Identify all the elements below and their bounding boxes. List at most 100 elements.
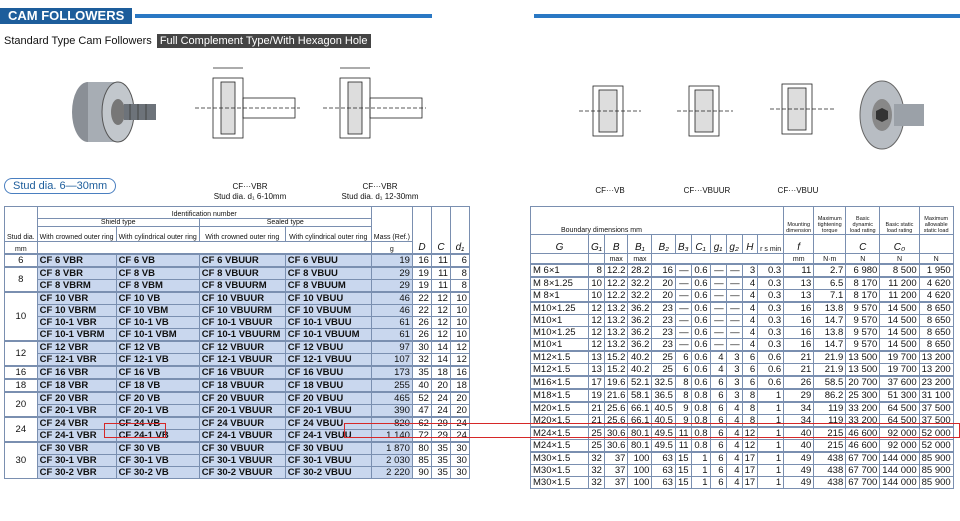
value-cell: 14: [430, 352, 451, 366]
dimension-cell: 12: [741, 438, 759, 452]
dimension-cell: M 8×1.25: [530, 276, 589, 290]
dimension-cell: 8 650: [918, 325, 954, 339]
id-number-cell: CF 30-1 VBUU: [284, 453, 372, 467]
dimension-cell: 12.2: [603, 288, 629, 302]
id-number-cell: CF 12-1 VB: [115, 352, 200, 366]
col-g1: g₁: [709, 234, 727, 254]
dimension-cell: 100: [627, 463, 653, 477]
value-cell: 12: [430, 303, 451, 317]
dimension-cell: 21: [783, 350, 815, 364]
dimension-cell: M30×1.5: [530, 451, 589, 465]
dimension-cell: 6: [709, 475, 727, 489]
col-max-2: max: [627, 253, 653, 264]
dimension-cell: 4: [725, 401, 743, 415]
dimension-cell: 1: [757, 388, 785, 402]
dimension-cell: 3: [725, 375, 743, 389]
value-cell: 2 030: [370, 453, 413, 467]
dimension-cell: 15: [674, 475, 692, 489]
id-number-cell: CF 8 VB: [115, 266, 200, 280]
dimension-cell: M 8×1: [530, 288, 589, 302]
table-row: 8 CF 8 VBR CF 8 VB CF 8 VBUUR CF 8 VBUU 29 19 1…: [4, 266, 470, 292]
dimension-cell: 80.1: [627, 426, 653, 440]
col-cyl-2: With cylindrical outer ring: [284, 226, 372, 242]
id-number-cell: CF 16 VBUU: [284, 365, 372, 379]
dimension-cell: 13: [588, 362, 605, 376]
id-number-cell: CF 24 VBUUR: [198, 416, 286, 430]
value-cell: 14: [430, 340, 451, 354]
caption-vbuur: CF···VBUUR: [683, 186, 731, 195]
dimension-cell: —: [725, 313, 743, 327]
col-mass: Mass (Ref.): [370, 206, 413, 242]
dimension-cell: 21.9: [813, 362, 847, 376]
section-title: CAM FOLLOWERS: [0, 8, 133, 24]
dimension-cell: 1 950: [918, 263, 954, 277]
value-cell: 46: [370, 303, 413, 317]
table-row: M20×1.5 21 25.6 66.1 40.5 9 0.8 6 4 8 1 34 119 33 200…: [530, 401, 954, 415]
col-boundary: Boundary dimensions mm: [529, 206, 785, 235]
dimension-cell: —: [674, 325, 692, 339]
dimension-cell: —: [725, 325, 743, 339]
dimension-cell: 85 900: [918, 463, 954, 477]
dimension-cell: 80.1: [627, 438, 653, 452]
dimension-cell: 4: [741, 276, 759, 290]
dimension-cell: 0.6: [690, 263, 711, 277]
dimension-cell: M10×1.25: [530, 301, 589, 315]
value-cell: 12: [430, 291, 451, 305]
dimension-cell: 15.2: [603, 350, 629, 364]
value-cell: 29: [370, 278, 413, 292]
dimension-cell: 11 200: [879, 276, 920, 290]
id-number-cell: CF 30-2 VBR: [36, 465, 117, 479]
dimension-cell: 8: [741, 401, 759, 415]
dimension-cell: 40.5: [651, 413, 676, 427]
value-cell: 12: [430, 315, 451, 329]
value-cell: 47: [411, 403, 432, 417]
dimension-cell: 14.7: [813, 337, 847, 351]
dimension-cell: 86.2: [813, 388, 847, 402]
dimension-cell: 33 200: [845, 401, 881, 415]
dimension-cell: 0.8: [690, 401, 711, 415]
dimension-cell: 40.5: [651, 401, 676, 415]
table-row: 30 CF 30 VBR CF 30 VB CF 30 VBUUR CF 30 VBUU…: [4, 441, 470, 479]
dimension-cell: —: [674, 313, 692, 327]
dimension-cell: M10×1: [530, 337, 589, 351]
id-number-cell: CF 10-1 VBRM: [36, 327, 117, 341]
value-cell: 10: [449, 303, 470, 317]
dimension-cell: 52.1: [627, 375, 653, 389]
dimension-cell: M24×1.5: [530, 426, 589, 440]
dimension-cell: 20 700: [845, 375, 881, 389]
value-cell: 1 140: [370, 428, 413, 442]
table-row: CF 12-1 VBR CF 12-1 VB CF 12-1 VBUUR CF 12-…: [5, 352, 470, 366]
col-mm-r: mm: [783, 253, 815, 264]
value-cell: 24: [430, 403, 451, 417]
dimension-cell: M24×1.5: [530, 438, 589, 452]
id-number-cell: CF 30 VBUU: [284, 441, 372, 455]
dimension-cell: 67 700: [845, 475, 881, 489]
dimension-cell: —: [709, 313, 727, 327]
dimension-cell: 100: [627, 451, 653, 465]
cam-follower-photo: [72, 81, 156, 143]
dimension-cell: —: [725, 276, 743, 290]
id-number-cell: CF 10 VBUU: [284, 291, 372, 305]
value-cell: 35: [430, 465, 451, 479]
dimension-cell: 1: [757, 451, 785, 465]
dimension-cell: 21: [588, 413, 605, 427]
dimension-cell: 14 500: [879, 301, 920, 315]
dimension-cell: 0.3: [757, 263, 785, 277]
dimension-cell: 8: [741, 388, 759, 402]
dimension-cell: 30.6: [603, 426, 629, 440]
id-number-cell: CF 24 VB: [115, 416, 200, 430]
dimension-cell: 0.3: [757, 301, 785, 315]
table-row: M10×1.25 12 13.2 36.2 23—0.6— —4 0.3 16 13.8 9 57…: [530, 325, 954, 339]
value-cell: 820: [370, 416, 413, 430]
dimension-cell: 0.6: [757, 375, 785, 389]
dimension-cell: M 6×1: [530, 263, 589, 277]
value-cell: 10: [449, 291, 470, 305]
dimension-cell: 13.2: [603, 301, 629, 315]
dimension-cell: 0.3: [757, 313, 785, 327]
dimension-cell: 6: [709, 375, 727, 389]
dimension-cell: 21: [783, 362, 815, 376]
dimension-cell: 13.8: [813, 325, 847, 339]
dimension-cell: 6: [709, 388, 727, 402]
id-number-cell: CF 6 VBUU: [284, 253, 372, 267]
dimension-cell: 0.3: [757, 337, 785, 351]
